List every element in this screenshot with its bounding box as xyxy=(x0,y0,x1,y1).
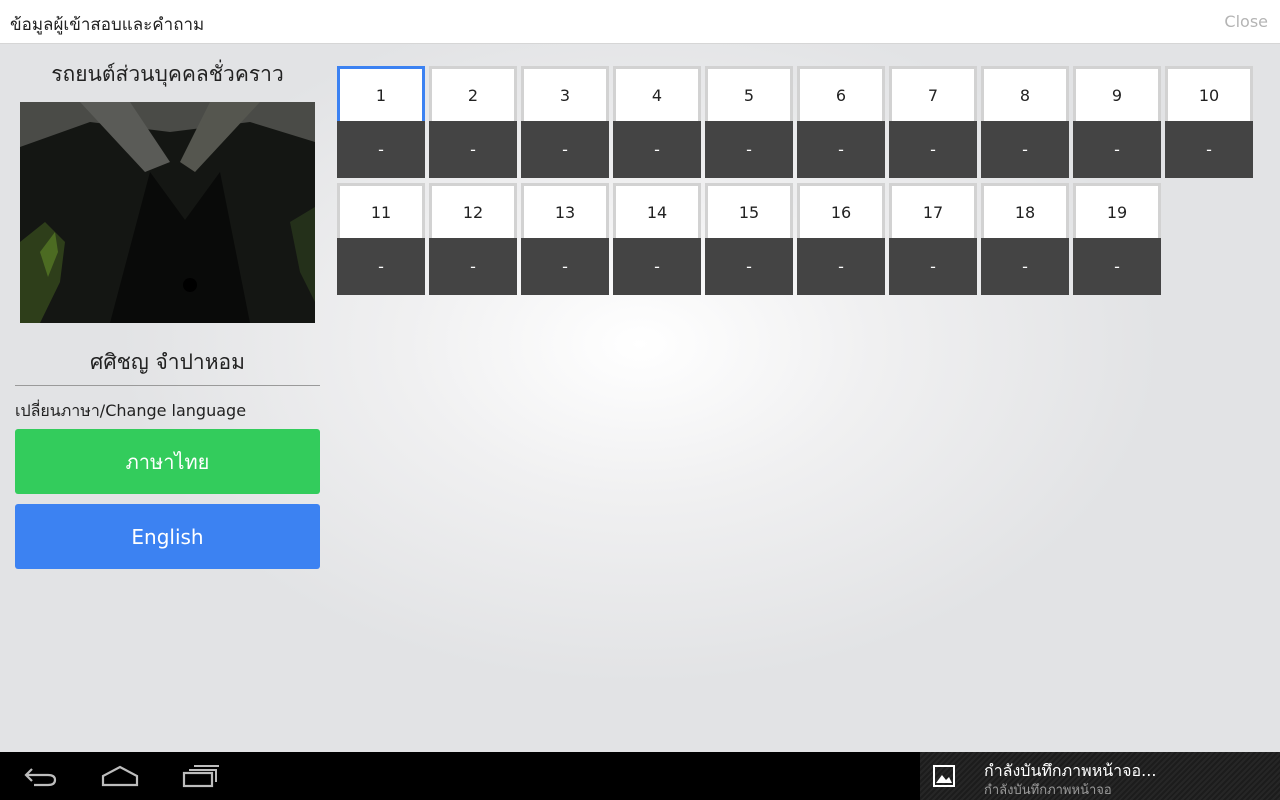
question-answer: - xyxy=(981,121,1069,178)
question-answer: - xyxy=(797,238,885,295)
question-answer: - xyxy=(337,238,425,295)
thai-language-button[interactable]: ภาษาไทย xyxy=(15,429,320,494)
question-answer: - xyxy=(1073,121,1161,178)
question-answer: - xyxy=(705,238,793,295)
question-cell[interactable]: 5 - xyxy=(705,66,793,178)
question-cell[interactable]: 16 - xyxy=(797,183,885,295)
image-icon xyxy=(933,765,955,791)
close-button[interactable]: Close xyxy=(1224,12,1268,31)
question-number: 5 xyxy=(705,66,793,121)
question-number: 11 xyxy=(337,183,425,238)
system-nav-bar: กำลังบันทึกภาพหน้าจอ... กำลังบันทึกภาพหน… xyxy=(0,752,1280,800)
back-icon[interactable] xyxy=(22,764,58,792)
question-cell[interactable]: 9 - xyxy=(1073,66,1161,178)
question-number: 12 xyxy=(429,183,517,238)
question-answer: - xyxy=(429,121,517,178)
question-cell[interactable]: 14 - xyxy=(613,183,701,295)
question-answer: - xyxy=(521,121,609,178)
question-number: 4 xyxy=(613,66,701,121)
question-answer: - xyxy=(337,121,425,178)
question-answer: - xyxy=(797,121,885,178)
english-language-button[interactable]: English xyxy=(15,504,320,569)
divider xyxy=(15,385,320,386)
question-number: 18 xyxy=(981,183,1069,238)
question-answer: - xyxy=(1073,238,1161,295)
language-label: เปลี่ยนภาษา/Change language xyxy=(15,401,247,420)
question-cell[interactable]: 19 - xyxy=(1073,183,1161,295)
question-cell[interactable]: 12 - xyxy=(429,183,517,295)
notification-subtitle: กำลังบันทึกภาพหน้าจอ xyxy=(984,783,1112,798)
main-content: รถยนต์ส่วนบุคคลชั่วคราว ศศิชญ จำปาหอม เป… xyxy=(0,44,1280,752)
question-answer: - xyxy=(613,121,701,178)
examinee-name: ศศิชญ จำปาหอม xyxy=(90,350,245,374)
question-cell[interactable]: 15 - xyxy=(705,183,793,295)
question-grid: 1 - 2 - 3 - 4 - 5 - 6 - 7 - 8 - 9 - 10 -… xyxy=(337,66,1267,295)
question-answer: - xyxy=(889,121,977,178)
question-number: 19 xyxy=(1073,183,1161,238)
question-cell[interactable]: 17 - xyxy=(889,183,977,295)
question-number: 3 xyxy=(521,66,609,121)
question-number: 14 xyxy=(613,183,701,238)
question-cell[interactable]: 8 - xyxy=(981,66,1069,178)
page-title: ข้อมูลผู้เข้าสอบและคำถาม xyxy=(10,15,205,35)
question-cell[interactable]: 2 - xyxy=(429,66,517,178)
question-number: 7 xyxy=(889,66,977,121)
question-cell[interactable]: 18 - xyxy=(981,183,1069,295)
question-answer: - xyxy=(429,238,517,295)
question-cell[interactable]: 6 - xyxy=(797,66,885,178)
question-cell[interactable]: 7 - xyxy=(889,66,977,178)
examinee-photo xyxy=(20,102,315,323)
question-number: 10 xyxy=(1165,66,1253,121)
question-cell[interactable]: 10 - xyxy=(1165,66,1253,178)
question-cell[interactable]: 1 - xyxy=(337,66,425,178)
home-icon[interactable] xyxy=(101,764,139,792)
question-answer: - xyxy=(1165,121,1253,178)
title-bar: ข้อมูลผู้เข้าสอบและคำถาม Close xyxy=(0,0,1280,44)
question-answer: - xyxy=(613,238,701,295)
question-cell[interactable]: 3 - xyxy=(521,66,609,178)
question-number: 9 xyxy=(1073,66,1161,121)
question-number: 15 xyxy=(705,183,793,238)
question-number: 2 xyxy=(429,66,517,121)
question-cell[interactable]: 13 - xyxy=(521,183,609,295)
question-number: 6 xyxy=(797,66,885,121)
question-number: 1 xyxy=(337,66,425,121)
question-number: 13 xyxy=(521,183,609,238)
recent-apps-icon[interactable] xyxy=(182,764,220,792)
question-number: 17 xyxy=(889,183,977,238)
screenshot-notification[interactable]: กำลังบันทึกภาพหน้าจอ... กำลังบันทึกภาพหน… xyxy=(920,752,1280,800)
question-answer: - xyxy=(889,238,977,295)
question-cell[interactable]: 11 - xyxy=(337,183,425,295)
question-answer: - xyxy=(981,238,1069,295)
vehicle-type: รถยนต์ส่วนบุคคลชั่วคราว xyxy=(51,62,284,86)
question-number: 16 xyxy=(797,183,885,238)
question-cell[interactable]: 4 - xyxy=(613,66,701,178)
question-answer: - xyxy=(521,238,609,295)
question-answer: - xyxy=(705,121,793,178)
question-number: 8 xyxy=(981,66,1069,121)
